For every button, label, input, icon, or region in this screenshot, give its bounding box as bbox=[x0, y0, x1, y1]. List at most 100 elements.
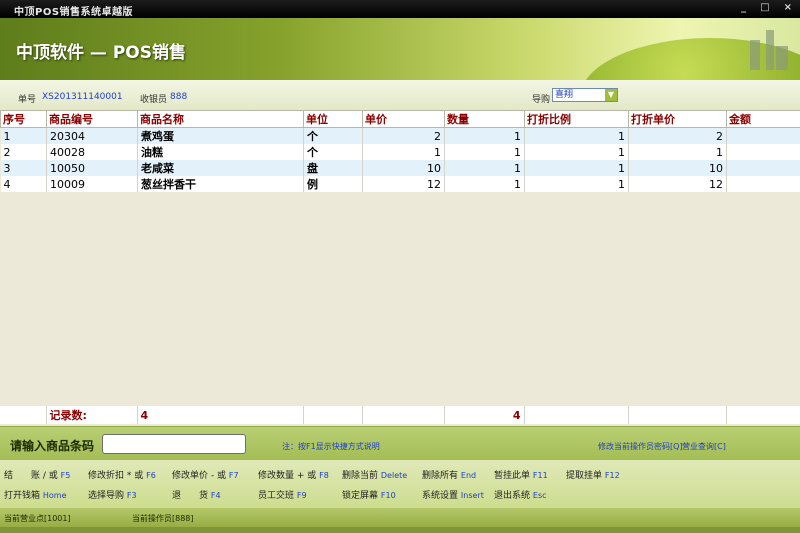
discount-ratio: 1 bbox=[524, 176, 629, 192]
column-header[interactable]: 单价 bbox=[362, 110, 445, 128]
current-operator: 当前操作员[888] bbox=[132, 514, 194, 523]
totals-row: 记录数: 4 4 bbox=[0, 406, 800, 424]
bottom-strip bbox=[0, 527, 800, 533]
sales-table: 序号 商品编号 商品名称 单位 单价 数量 打折比例 打折单价 金额 1 203… bbox=[0, 110, 800, 192]
discounted-price bbox=[726, 160, 800, 176]
column-header[interactable]: 金额 bbox=[726, 110, 800, 128]
cashier-label: 收银员 bbox=[140, 95, 168, 105]
banner-building-graphic bbox=[776, 46, 788, 70]
unit-price: 10 bbox=[362, 160, 445, 176]
cashier-value: 888 bbox=[170, 92, 188, 102]
shortcut-return[interactable]: 退 货 F4 bbox=[172, 488, 221, 501]
table-row[interactable]: 4 10009 葱丝拌香干 例 12 1 1 12 bbox=[0, 176, 800, 192]
shortcut-system-settings[interactable]: 系统设置 Insert bbox=[422, 488, 484, 501]
item-name: 葱丝拌香干 bbox=[137, 176, 304, 192]
row-index: 1 bbox=[0, 127, 47, 144]
table-row[interactable]: 2 40028 油糕 个 1 1 1 1 bbox=[0, 144, 800, 160]
banner-building-graphic bbox=[766, 30, 774, 70]
business-query-link[interactable]: 营业查询[C] bbox=[682, 441, 726, 452]
shortcut-delete-all[interactable]: 删除所有 End bbox=[422, 468, 476, 481]
discounted-price bbox=[726, 127, 800, 144]
column-header[interactable]: 数量 bbox=[444, 110, 525, 128]
shortcut-edit-price[interactable]: 修改单价 - 或 F7 bbox=[172, 468, 239, 481]
unit-price: 12 bbox=[362, 176, 445, 192]
table-header-row: 序号 商品编号 商品名称 单位 单价 数量 打折比例 打折单价 金额 bbox=[0, 110, 800, 128]
discounted-price bbox=[726, 144, 800, 160]
barcode-input-bar: 请输入商品条码 注：按F1显示快捷方式说明 修改当前操作员密码[Q] 营业查询[… bbox=[0, 426, 800, 460]
table-row[interactable]: 3 10050 老咸菜 盘 10 1 1 10 bbox=[0, 160, 800, 176]
change-password-link[interactable]: 修改当前操作员密码[Q] bbox=[598, 441, 683, 452]
header-banner: 中顶软件 — POS销售 bbox=[0, 18, 800, 80]
chevron-down-icon[interactable]: ▼ bbox=[605, 89, 617, 101]
quantity: 1 bbox=[444, 160, 525, 176]
order-info-bar: 单号 XS201311140001 收银员 888 导购 喜翔 ▼ bbox=[0, 80, 800, 110]
table-row[interactable]: 1 20304 煮鸡蛋 个 2 1 1 2 bbox=[0, 127, 800, 144]
amount: 2 bbox=[628, 127, 727, 144]
shortcut-open-drawer[interactable]: 打开钱箱 Home bbox=[4, 488, 67, 501]
guide-select[interactable]: 喜翔 ▼ bbox=[552, 88, 618, 102]
item-unit: 例 bbox=[303, 176, 363, 192]
current-store: 当前营业点[1001] bbox=[4, 514, 71, 523]
item-name: 油糕 bbox=[137, 144, 304, 160]
shortcut-edit-discount[interactable]: 修改折扣 * 或 F6 bbox=[88, 468, 156, 481]
close-button[interactable]: × bbox=[784, 2, 792, 13]
minimize-button[interactable]: _ bbox=[741, 2, 746, 13]
barcode-input[interactable] bbox=[102, 434, 246, 454]
item-name: 老咸菜 bbox=[137, 160, 304, 176]
column-header[interactable]: 打折单价 bbox=[628, 110, 727, 128]
row-index: 3 bbox=[0, 160, 47, 176]
shortcut-retrieve-order[interactable]: 提取挂单 F12 bbox=[566, 468, 620, 481]
banner-building-graphic bbox=[750, 40, 760, 70]
guide-select-value: 喜翔 bbox=[555, 90, 574, 100]
row-index: 2 bbox=[0, 144, 47, 160]
quantity: 1 bbox=[444, 176, 525, 192]
window-title: 中顶POS销售系统卓越版 bbox=[14, 7, 134, 18]
item-code: 40028 bbox=[46, 144, 138, 160]
shortcut-shift-handover[interactable]: 员工交班 F9 bbox=[258, 488, 307, 501]
amount: 12 bbox=[628, 176, 727, 192]
item-code: 20304 bbox=[46, 127, 138, 144]
order-no-value: XS201311140001 bbox=[42, 92, 123, 102]
barcode-label: 请输入商品条码 bbox=[10, 439, 95, 453]
shortcut-lock-screen[interactable]: 锁定屏幕 F10 bbox=[342, 488, 396, 501]
guide-label: 导购 bbox=[532, 95, 551, 105]
column-header[interactable]: 商品名称 bbox=[137, 110, 304, 128]
discount-ratio: 1 bbox=[524, 160, 629, 176]
item-unit: 盘 bbox=[303, 160, 363, 176]
status-bar: 当前营业点[1001] 当前操作员[888] bbox=[0, 508, 800, 527]
amount: 10 bbox=[628, 160, 727, 176]
shortcut-panel: 结 账 / 或 F5 修改折扣 * 或 F6 修改单价 - 或 F7 修改数量 … bbox=[0, 460, 800, 508]
column-header[interactable]: 序号 bbox=[0, 110, 47, 128]
quantity-total: 4 bbox=[444, 406, 525, 424]
sales-grid[interactable]: 序号 商品编号 商品名称 单位 单价 数量 打折比例 打折单价 金额 1 203… bbox=[0, 110, 800, 426]
quantity: 1 bbox=[444, 127, 525, 144]
column-header[interactable]: 打折比例 bbox=[524, 110, 629, 128]
record-count-value: 4 bbox=[137, 406, 304, 424]
unit-price: 1 bbox=[362, 144, 445, 160]
shortcut-tip: 注：按F1显示快捷方式说明 bbox=[282, 442, 380, 451]
quantity: 1 bbox=[444, 144, 525, 160]
column-header[interactable]: 商品编号 bbox=[46, 110, 138, 128]
order-no-label: 单号 bbox=[18, 95, 37, 105]
shortcut-select-guide[interactable]: 选择导购 F3 bbox=[88, 488, 137, 501]
discount-ratio: 1 bbox=[524, 127, 629, 144]
shortcut-edit-quantity[interactable]: 修改数量 + 或 F8 bbox=[258, 468, 329, 481]
item-code: 10009 bbox=[46, 176, 138, 192]
app-logo: 中顶软件 — POS销售 bbox=[16, 43, 186, 63]
shortcut-delete-current[interactable]: 删除当前 Delete bbox=[342, 468, 407, 481]
column-header[interactable]: 单位 bbox=[303, 110, 363, 128]
window-controls: _ □ × bbox=[741, 2, 792, 13]
item-unit: 个 bbox=[303, 144, 363, 160]
discount-ratio: 1 bbox=[524, 144, 629, 160]
item-name: 煮鸡蛋 bbox=[137, 127, 304, 144]
shortcut-hold-order[interactable]: 暂挂此单 F11 bbox=[494, 468, 548, 481]
shortcut-exit-system[interactable]: 退出系统 Esc bbox=[494, 488, 547, 501]
shortcut-checkout[interactable]: 结 账 / 或 F5 bbox=[4, 468, 70, 481]
maximize-button[interactable]: □ bbox=[760, 2, 769, 13]
amount: 1 bbox=[628, 144, 727, 160]
record-count-label: 记录数: bbox=[46, 406, 138, 424]
row-index: 4 bbox=[0, 176, 47, 192]
discounted-price bbox=[726, 176, 800, 192]
item-code: 10050 bbox=[46, 160, 138, 176]
item-unit: 个 bbox=[303, 127, 363, 144]
